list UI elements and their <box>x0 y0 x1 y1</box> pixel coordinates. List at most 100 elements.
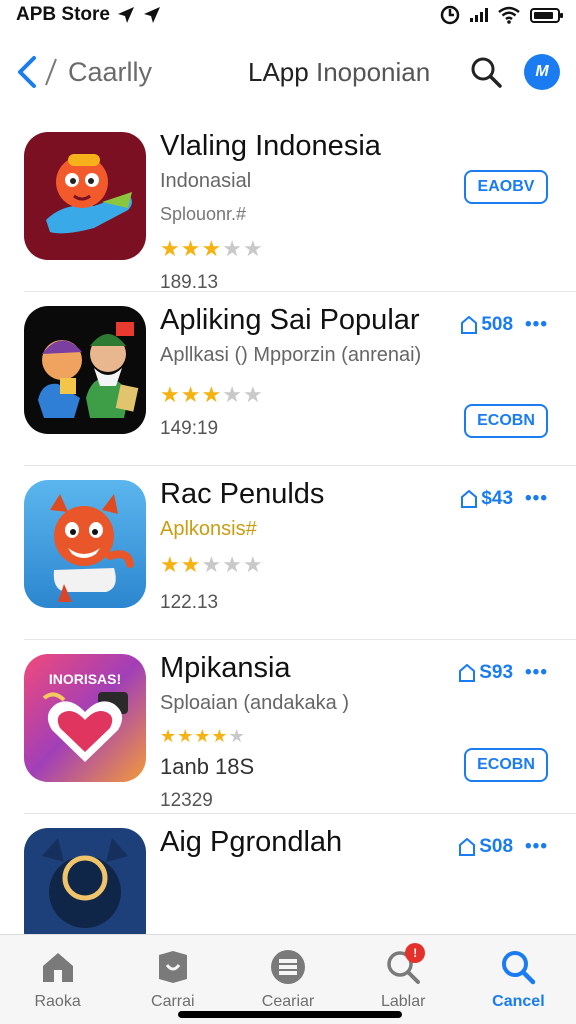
star-empty-icon: ★ <box>222 552 243 577</box>
avatar[interactable]: M <box>524 54 560 90</box>
get-button[interactable]: EAOBV <box>464 170 548 204</box>
star-empty-icon: ★ <box>242 552 264 577</box>
app-icon-4-text: INORISAS! <box>49 671 121 687</box>
more-icon[interactable]: ••• <box>525 662 548 684</box>
app-meta: 122.13 <box>160 592 219 613</box>
back-label: Caarlly <box>68 56 153 87</box>
divider-slash-icon <box>45 58 57 86</box>
star-filled-icon: ★ <box>180 552 202 577</box>
list-item[interactable]: Vlaling Indonesia Indonasial Splouonr.# … <box>24 118 576 293</box>
tab-label: Lablar <box>380 993 426 1010</box>
more-icon[interactable]: ••• <box>525 836 548 858</box>
list-item[interactable]: Apliking Sai Popular Apllkasi () Mpporzi… <box>24 292 576 466</box>
tab-label: Raoka <box>34 993 81 1010</box>
star-filled-icon: ★ <box>177 726 195 746</box>
status-bar: APB Store <box>0 0 576 30</box>
price-tag-icon <box>459 664 476 682</box>
list-item[interactable]: Rac Penulds Aplkonsis# ★★★★★ 122.13 $43 … <box>24 466 576 640</box>
notification-badge: ! <box>405 943 426 963</box>
star-empty-icon: ★ <box>222 382 243 407</box>
avatar-initial: M <box>535 63 549 80</box>
apps-icon <box>153 947 193 987</box>
app-list: Vlaling Indonesia Indonasial Splouonr.# … <box>0 118 576 988</box>
star-filled-icon: ★ <box>211 726 229 746</box>
price-tag-icon <box>461 490 478 508</box>
star-filled-icon: ★ <box>194 726 212 746</box>
app-meta: 12329 <box>160 790 213 811</box>
search-badge-icon: ! <box>383 943 426 987</box>
star-empty-icon: ★ <box>242 236 264 261</box>
star-filled-icon: ★ <box>160 726 178 746</box>
star-filled-icon: ★ <box>180 236 202 261</box>
app-subtitle: Apllkasi () Mpporzin (anrenai) <box>160 344 422 366</box>
star-filled-icon: ★ <box>201 382 223 407</box>
star-rating: ★★★★★ <box>160 726 246 747</box>
app-name: Mpikansia <box>160 652 291 684</box>
page-title: LApp Inoponian <box>248 57 430 88</box>
app-icon-3 <box>24 480 146 608</box>
tab-label: Ceariar <box>261 993 315 1010</box>
app-name: Apliking Sai Popular <box>160 304 420 336</box>
app-meta: 189.13 <box>160 272 219 293</box>
price-tag[interactable]: $43 ••• <box>461 488 548 510</box>
search-icon[interactable] <box>470 56 502 88</box>
location-arrow-icon <box>117 7 134 23</box>
more-icon[interactable]: ••• <box>525 488 548 510</box>
get-button[interactable]: ECOBN <box>464 404 548 438</box>
app-icon-1 <box>24 132 146 260</box>
price-tag[interactable]: S08 ••• <box>459 836 548 858</box>
page-title-bold: LApp <box>248 56 309 87</box>
price-value: $43 <box>481 488 514 509</box>
app-name: Vlaling Indonesia <box>160 130 381 162</box>
app-meta: 149:19 <box>160 418 219 439</box>
location-arrow-icon <box>143 7 160 23</box>
more-icon[interactable]: ••• <box>525 314 548 336</box>
app-subtitle: Sploaian (andakaka ) <box>160 692 350 714</box>
star-filled-icon: ★ <box>180 382 202 407</box>
tab-label: Carrai <box>151 993 195 1010</box>
app-icon-2 <box>24 306 146 434</box>
star-empty-icon: ★ <box>228 726 246 746</box>
price-value: S93 <box>479 662 514 683</box>
search-icon <box>498 947 538 987</box>
list-item[interactable]: INORISAS! Mpikansia Sploaian (andakaka )… <box>24 640 576 814</box>
app-subtitle-2: Splouonr.# <box>160 204 247 224</box>
games-icon <box>268 947 308 987</box>
signal-icon <box>470 8 488 22</box>
home-icon <box>38 947 78 987</box>
carrier: APB Store <box>16 4 162 26</box>
star-rating: ★★★★★ <box>160 382 264 408</box>
star-rating: ★★★★★ <box>160 236 264 262</box>
alarm-icon <box>440 5 460 25</box>
app-subtitle: Aplkonsis# <box>160 518 257 540</box>
price-tag[interactable]: S93 ••• <box>459 662 548 684</box>
tab-search[interactable]: Cancel <box>461 935 576 1024</box>
app-icon-4: INORISAS! <box>24 654 146 782</box>
price-tag-icon <box>459 838 476 856</box>
wifi-icon <box>498 6 520 24</box>
app-meta-2: 1anb 18S <box>160 754 255 779</box>
battery-icon <box>530 7 563 23</box>
price-tag-icon <box>461 316 478 334</box>
star-empty-icon: ★ <box>242 382 264 407</box>
app-subtitle: Indonasial <box>160 170 252 192</box>
page-title-rest: Inoponian <box>315 56 431 87</box>
nav-bar: Caarlly LApp Inoponian M <box>0 44 576 100</box>
get-button[interactable]: ECOBN <box>464 748 548 782</box>
tab-today[interactable]: Raoka <box>0 935 115 1024</box>
star-filled-icon: ★ <box>160 552 181 577</box>
carrier-label: APB Store <box>16 4 110 25</box>
star-empty-icon: ★ <box>222 236 243 261</box>
battery-fill <box>534 11 553 19</box>
home-indicator[interactable] <box>178 1011 402 1018</box>
price-value: S08 <box>479 836 514 857</box>
price-tag[interactable]: 508 ••• <box>461 314 548 336</box>
app-name: Aig Pgrondlah <box>160 826 343 858</box>
star-filled-icon: ★ <box>160 236 181 261</box>
star-rating: ★★★★★ <box>160 552 264 578</box>
tab-label: Cancel <box>492 993 545 1010</box>
app-name: Rac Penulds <box>160 478 325 510</box>
chevron-left-icon <box>18 56 36 88</box>
back-button[interactable]: Caarlly <box>16 55 152 89</box>
price-value: 508 <box>481 314 514 335</box>
